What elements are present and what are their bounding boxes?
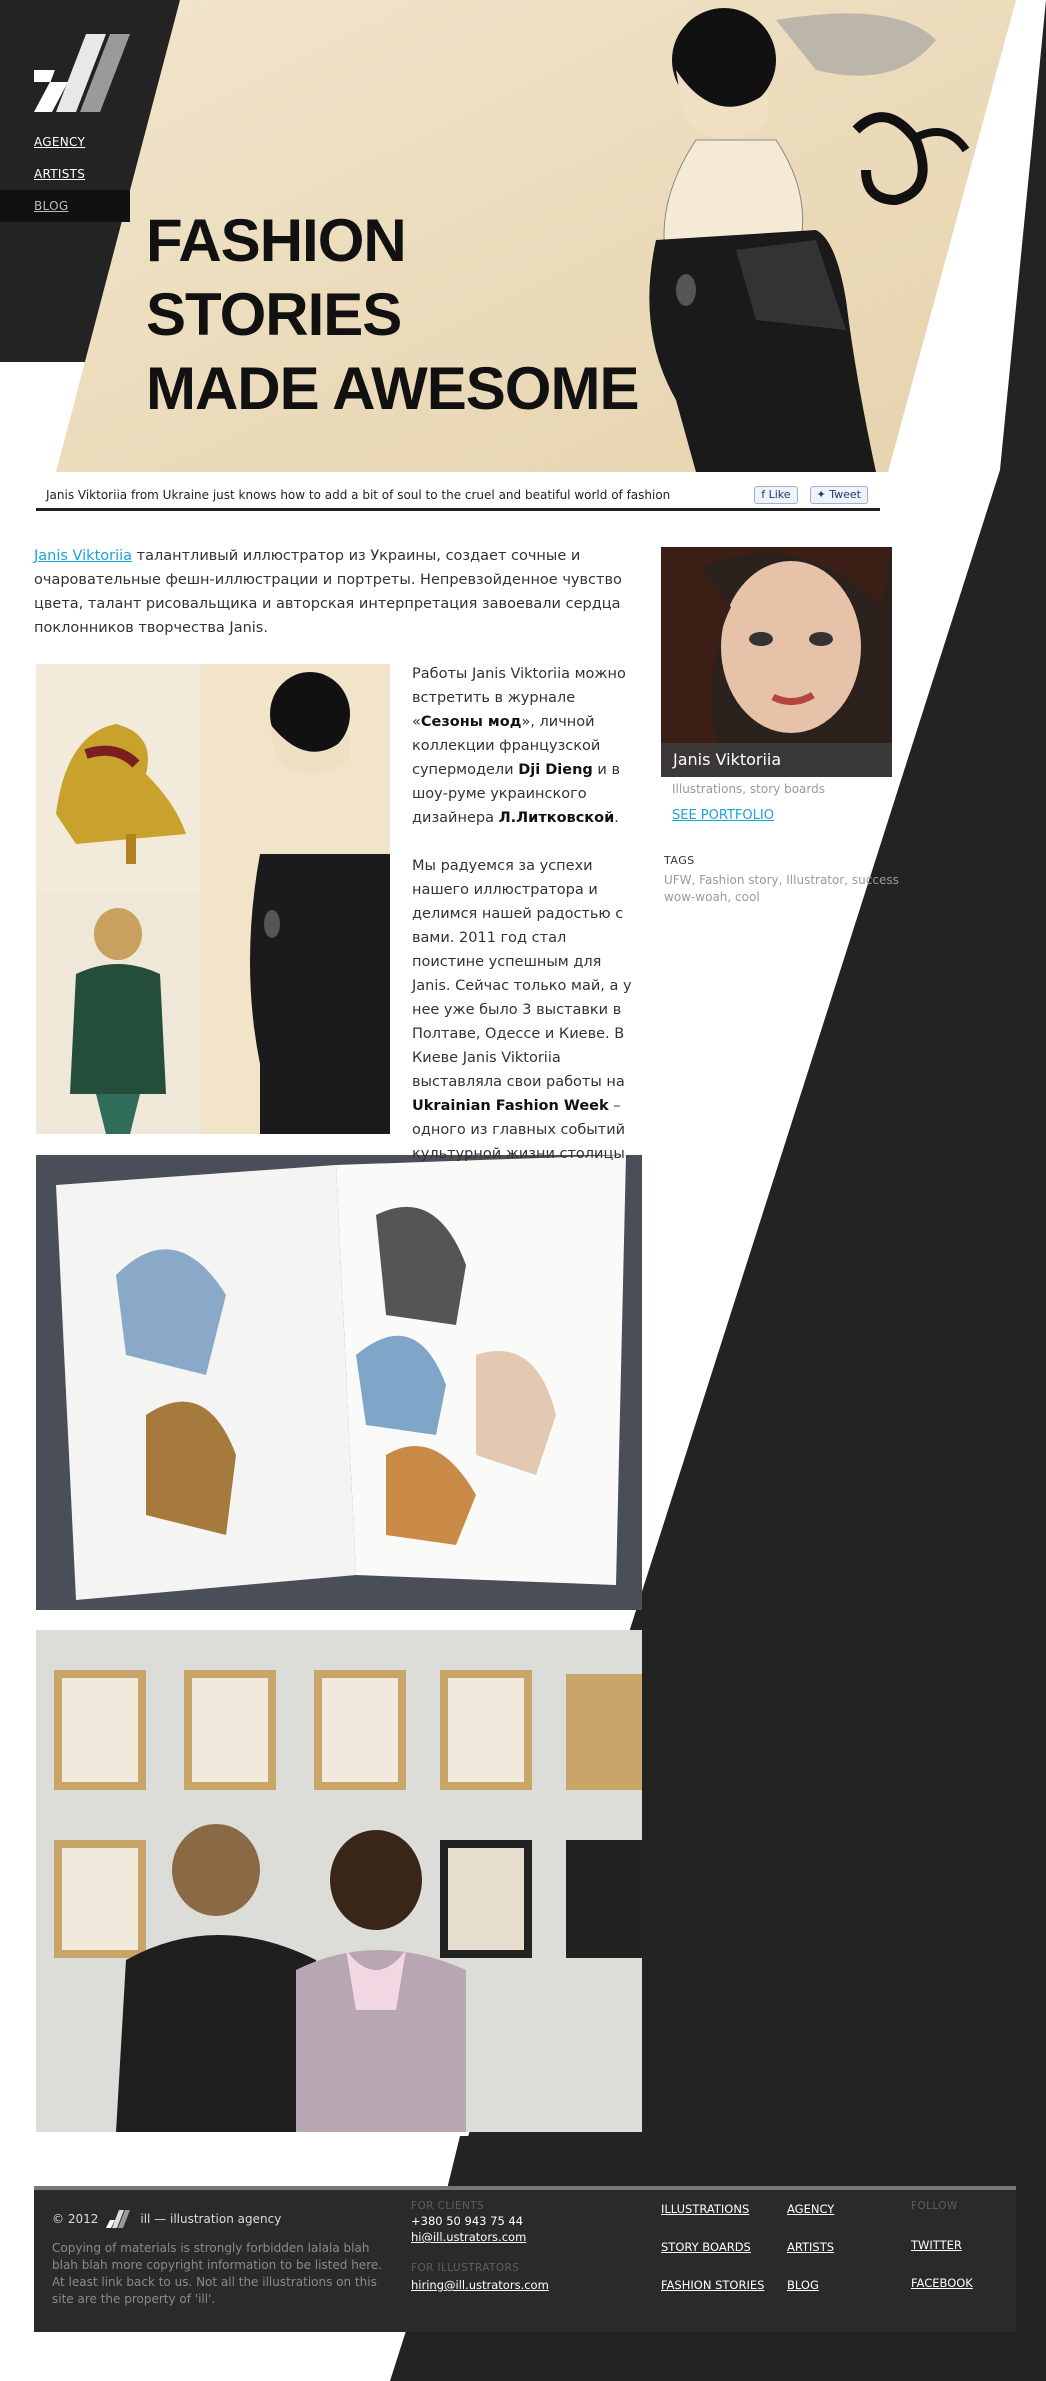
footer-link-artists[interactable]: ARTISTS	[787, 2240, 834, 2254]
artist-name: Janis Viktoriia	[661, 743, 892, 777]
exhibition-photo	[36, 1630, 642, 2132]
footer-link-illustrations[interactable]: ILLUSTRATIONS	[661, 2202, 749, 2216]
footer-logo-icon	[106, 2210, 131, 2228]
magazine-shoes-photo	[36, 1155, 642, 1610]
text-run: Мы радуемся за успехи нашего иллюстратор…	[412, 858, 632, 1090]
article-paragraph: Работы Janis Viktoriia можно встретить в…	[412, 662, 642, 830]
illustration-dress-image	[200, 664, 390, 1134]
copyright-text: © 2012	[52, 2212, 99, 2226]
footer: © 2012 ill — illustration agency Copying…	[34, 2186, 1016, 2332]
event-name: Ukrainian Fashion Week	[412, 1098, 609, 1114]
footer-link-blog[interactable]: BLOG	[787, 2278, 819, 2292]
logo-icon[interactable]	[34, 34, 130, 112]
hero-caption: Janis Viktoriia from Ukraine just knows …	[46, 487, 671, 502]
text-run: .	[614, 810, 619, 826]
nav-item-blog[interactable]: BLOG	[0, 190, 130, 222]
hero-caption-bar: Janis Viktoriia from Ukraine just knows …	[36, 481, 880, 511]
hero-title-line: FASHION	[146, 207, 407, 274]
footer-link-story-boards[interactable]: STORY BOARDS	[661, 2240, 751, 2254]
article-body: Работы Janis Viktoriia можно встретить в…	[412, 662, 642, 1190]
follow-label: FOLLOW	[911, 2200, 958, 2212]
designer-name: Л.Литковской	[498, 810, 615, 826]
artist-card[interactable]: Janis Viktoriia	[661, 547, 892, 777]
like-label: Like	[768, 487, 791, 501]
nav-item-agency[interactable]: AGENCY	[0, 126, 130, 158]
footer-link-agency[interactable]: AGENCY	[787, 2202, 834, 2216]
footer-legal: Copying of materials is strongly forbidd…	[52, 2241, 383, 2306]
hero-title-line: STORIES	[146, 281, 402, 348]
tags-heading: TAGS	[664, 854, 695, 867]
artist-subtitle: Illustrations, story boards	[672, 782, 825, 796]
illustration-model-image	[36, 894, 200, 1134]
footer-link-fashion-stories[interactable]: FASHION STORIES	[661, 2278, 764, 2292]
tweet-button[interactable]: ✦ Tweet	[809, 485, 868, 504]
magazine-name: Сезоны мод	[420, 714, 522, 730]
article-paragraph: Мы радуемся за успехи нашего иллюстратор…	[412, 854, 642, 1166]
side-nav: AGENCY ARTISTS BLOG	[0, 126, 130, 222]
footer-copyright: © 2012 ill — illustration agency	[52, 2210, 281, 2228]
nav-item-artists[interactable]: ARTISTS	[0, 158, 130, 190]
for-illustrators-label: FOR ILLUSTRATORS	[411, 2262, 520, 2274]
footer-link-facebook[interactable]: FACEBOOK	[911, 2276, 973, 2290]
see-portfolio-link[interactable]: SEE PORTFOLIO	[672, 808, 774, 823]
artist-link[interactable]: Janis Viktoriia	[34, 548, 132, 564]
hero-title: FASHION STORIES MADE AWESOME	[146, 204, 639, 426]
illustrators-email-link[interactable]: hiring@ill.ustrators.com	[411, 2278, 549, 2292]
footer-link-twitter[interactable]: TWITTER	[911, 2238, 962, 2252]
facebook-like-button[interactable]: f Like	[754, 485, 798, 504]
clients-email-link[interactable]: hi@ill.ustrators.com	[411, 2230, 526, 2244]
tags-list[interactable]: UFW, Fashion story, Illustrator, success…	[664, 872, 904, 906]
clients-phone: +380 50 943 75 44	[411, 2214, 524, 2228]
twitter-icon: ✦	[816, 487, 830, 501]
facebook-icon: f	[761, 487, 769, 501]
tweet-label: Tweet	[829, 487, 861, 501]
footer-brand: ill — illustration agency	[140, 2212, 282, 2226]
article-intro: Janis Viktoriia талантливый иллюстратор …	[34, 544, 636, 640]
model-name: Dji Dieng	[518, 762, 593, 778]
illustration-shoe-image	[36, 664, 200, 894]
for-clients-label: FOR CLIENTS	[411, 2200, 485, 2212]
hero-title-line: MADE AWESOME	[146, 355, 639, 422]
